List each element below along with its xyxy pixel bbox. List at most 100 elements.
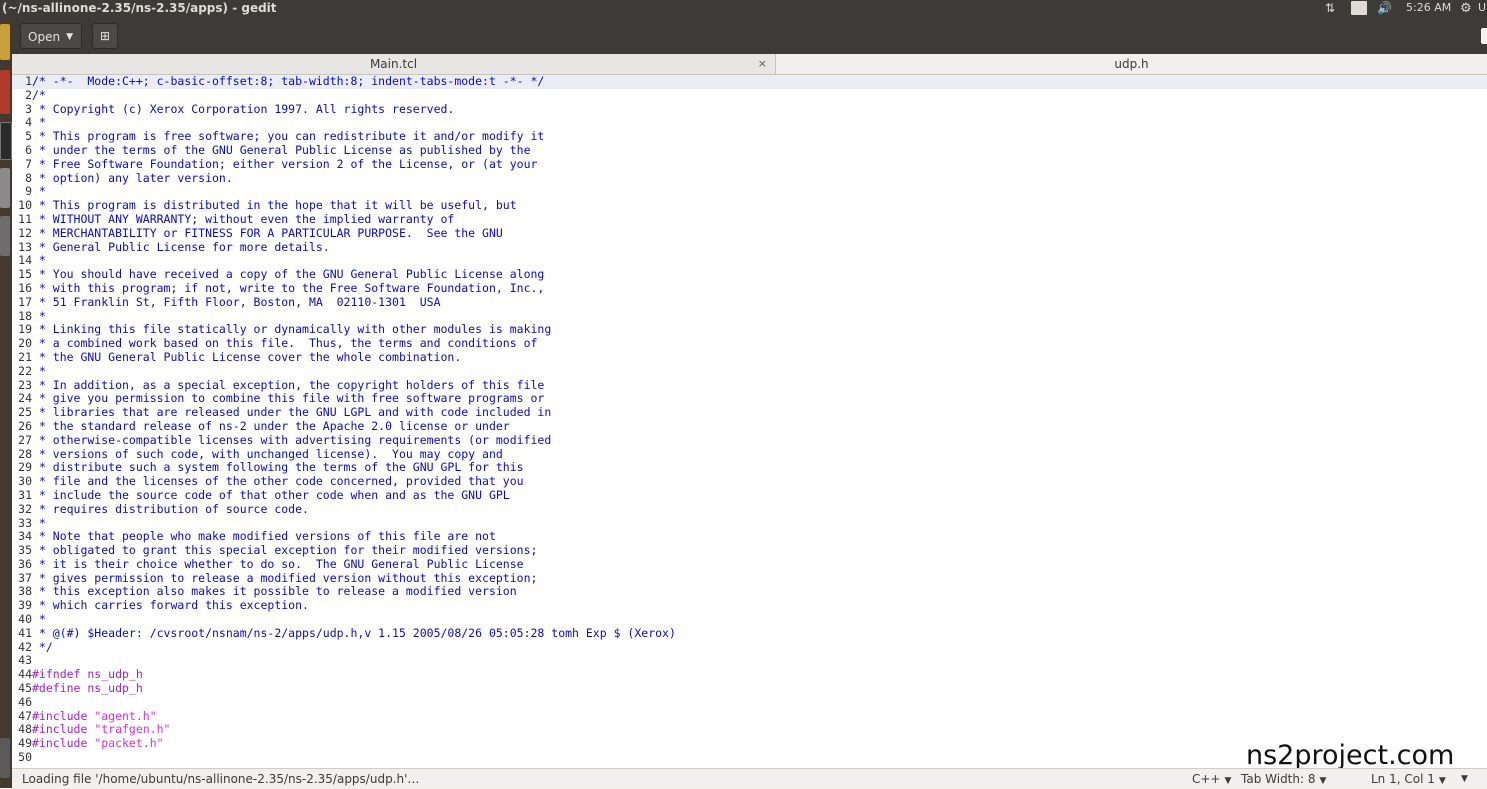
cursor-position-selector[interactable]: Ln 1, Col 1 ▼ (1371, 772, 1446, 786)
top-menubar: (~/ns-allinone-2.35/ns-2.35/apps) - gedi… (0, 0, 1487, 18)
code-line[interactable]: 14 * (12, 253, 1487, 268)
tab-width-selector[interactable]: Tab Width: 8 ▼ (1241, 772, 1326, 786)
code-line[interactable]: 40 * (12, 612, 1487, 627)
line-number: 38 (18, 584, 32, 599)
launcher-app-icon[interactable] (0, 216, 10, 256)
comment-text: * distribute such a system following the… (32, 460, 524, 475)
code-line[interactable]: 26 * the standard release of ns-2 under … (12, 419, 1487, 434)
code-line[interactable]: 31 * include the source code of that oth… (12, 488, 1487, 503)
comment-text: * WITHOUT ANY WARRANTY; without even the… (32, 211, 455, 226)
comment-text: * This program is free software; you can… (32, 129, 545, 144)
comment-text: * libraries that are released under the … (32, 405, 552, 420)
line-number: 25 (18, 405, 32, 420)
launcher-app-icon[interactable] (0, 24, 10, 60)
launcher-app-icon[interactable] (0, 738, 10, 778)
code-line[interactable]: 17 * 51 Franklin St, Fifth Floor, Boston… (12, 295, 1487, 310)
preprocessor-directive: #include "packet.h" (32, 736, 164, 750)
close-icon[interactable]: × (758, 54, 767, 74)
comment-text: * give you permission to combine this fi… (32, 391, 545, 406)
window-edge (1481, 28, 1487, 44)
code-line[interactable]: 42 */ (12, 640, 1487, 655)
code-line[interactable]: 6 * under the terms of the GNU General P… (12, 143, 1487, 158)
comment-text: * (32, 612, 46, 627)
code-line[interactable]: 22 * (12, 363, 1487, 379)
new-document-button[interactable]: ⊞ (92, 23, 118, 49)
comment-text: * it is their choice whether to do so. T… (32, 556, 524, 571)
code-line[interactable]: 38 * this exception also makes it possib… (12, 585, 1487, 599)
code-line[interactable]: 9 * (12, 184, 1487, 199)
code-line[interactable]: 33 * (12, 515, 1487, 531)
line-number: 28 (18, 446, 32, 461)
keyboard-layout-indicator[interactable]: En (1351, 1, 1367, 15)
network-indicator-icon[interactable]: ⇅ (1325, 1, 1335, 15)
code-line[interactable]: 28 * versions of such code, with unchang… (12, 446, 1487, 462)
comment-text: * with this program; if not, write to th… (32, 280, 545, 295)
code-line[interactable]: 24 * give you permission to combine this… (12, 391, 1487, 406)
line-number: 10 (18, 198, 32, 213)
comment-text: * Linking this file statically or dynami… (32, 322, 552, 337)
code-line[interactable]: 25 * libraries that are released under t… (12, 405, 1487, 420)
code-line[interactable]: 1/* -*- Mode:C++; c-basic-offset:8; tab-… (12, 75, 1487, 89)
code-line[interactable]: 4 * (12, 115, 1487, 130)
line-number: 23 (18, 377, 32, 392)
code-line[interactable]: 35 * obligated to grant this special exc… (12, 543, 1487, 558)
user-menu[interactable]: U (1478, 1, 1486, 14)
cursor-position-label: Ln 1, Col 1 (1371, 772, 1435, 786)
code-line[interactable]: 5 * This program is free software; you c… (12, 129, 1487, 144)
code-line[interactable]: 36 * it is their choice whether to do so… (12, 556, 1487, 572)
comment-text: * file and the licenses of the other cod… (32, 474, 524, 489)
code-line[interactable]: 34 * Note that people who make modified … (12, 529, 1487, 544)
code-line[interactable]: 19 * Linking this file statically or dyn… (12, 322, 1487, 337)
code-line[interactable]: 3 * Copyright (c) Xerox Corporation 1997… (12, 101, 1487, 117)
code-line[interactable]: 41 * @(#) $Header: /cvsroot/nsnam/ns-2/a… (12, 626, 1487, 641)
code-line[interactable]: 11 * WITHOUT ANY WARRANTY; without even … (12, 211, 1487, 227)
code-line[interactable]: 12 * MERCHANTABILITY or FITNESS FOR A PA… (12, 226, 1487, 241)
line-number: 3 (25, 101, 32, 116)
code-line[interactable]: 47#include "agent.h" (12, 709, 1487, 724)
code-line[interactable]: 13 * General Public License for more det… (12, 239, 1487, 255)
text-editor[interactable]: 1/* -*- Mode:C++; c-basic-offset:8; tab-… (12, 75, 1487, 767)
code-line[interactable]: 2/* (12, 88, 1487, 103)
code-line[interactable]: 8 * option) any later version. (12, 171, 1487, 186)
code-line[interactable]: 30 * file and the licenses of the other … (12, 474, 1487, 489)
tab-main-tcl[interactable]: Main.tcl × (12, 54, 776, 74)
code-line[interactable]: 20 * a combined work based on this file.… (12, 336, 1487, 351)
code-line[interactable]: 10 * This program is distributed in the … (12, 198, 1487, 213)
line-number: 13 (18, 239, 32, 254)
launcher-app-icon[interactable] (0, 70, 10, 114)
code-line[interactable]: 39 * which carries forward this exceptio… (12, 598, 1487, 613)
code-line[interactable]: 43 (12, 654, 1487, 668)
code-line[interactable]: 37 * gives permission to release a modif… (12, 570, 1487, 586)
launcher-app-icon[interactable] (0, 168, 10, 208)
code-line[interactable]: 23 * In addition, as a special exception… (12, 377, 1487, 393)
line-number: 33 (18, 515, 32, 530)
volume-icon[interactable]: 🔊 (1377, 1, 1392, 15)
code-line[interactable]: 45#define ns_udp_h (12, 681, 1487, 696)
code-line[interactable]: 7 * Free Software Foundation; either ver… (12, 157, 1487, 172)
code-line[interactable]: 18 * (12, 309, 1487, 324)
comment-text: * Note that people who make modified ver… (32, 529, 496, 544)
code-line[interactable]: 16 * with this program; if not, write to… (12, 280, 1487, 296)
code-line[interactable]: 44#ifndef ns_udp_h (12, 667, 1487, 682)
code-line[interactable]: 32 * requires distribution of source cod… (12, 501, 1487, 517)
line-number: 43 (18, 653, 32, 668)
code-line[interactable]: 15 * You should have received a copy of … (12, 267, 1487, 282)
code-line[interactable]: 29 * distribute such a system following … (12, 460, 1487, 475)
comment-text: * the GNU General Public License cover t… (32, 349, 462, 364)
code-line[interactable]: 21 * the GNU General Public License cove… (12, 349, 1487, 365)
code-line[interactable]: 48#include "trafgen.h" (12, 723, 1487, 737)
language-selector[interactable]: C++ ▼ (1192, 772, 1231, 786)
line-number: 32 (18, 501, 32, 516)
gear-icon[interactable]: ⚙ (1460, 1, 1472, 16)
line-number: 48 (18, 722, 32, 737)
comment-text: * gives permission to release a modified… (32, 570, 538, 585)
open-button[interactable]: Open ▼ (20, 23, 82, 49)
code-line[interactable]: 46 (12, 695, 1487, 710)
tab-udp-h[interactable]: udp.h (776, 54, 1487, 74)
clock[interactable]: 5:26 AM (1406, 1, 1451, 14)
code-line[interactable]: 27 * otherwise-compatible licenses with … (12, 433, 1487, 448)
chevron-down-icon[interactable]: ▼ (1461, 774, 1468, 784)
comment-text: * (32, 363, 46, 378)
launcher-app-icon[interactable] (0, 122, 12, 160)
line-number: 15 (18, 267, 32, 282)
